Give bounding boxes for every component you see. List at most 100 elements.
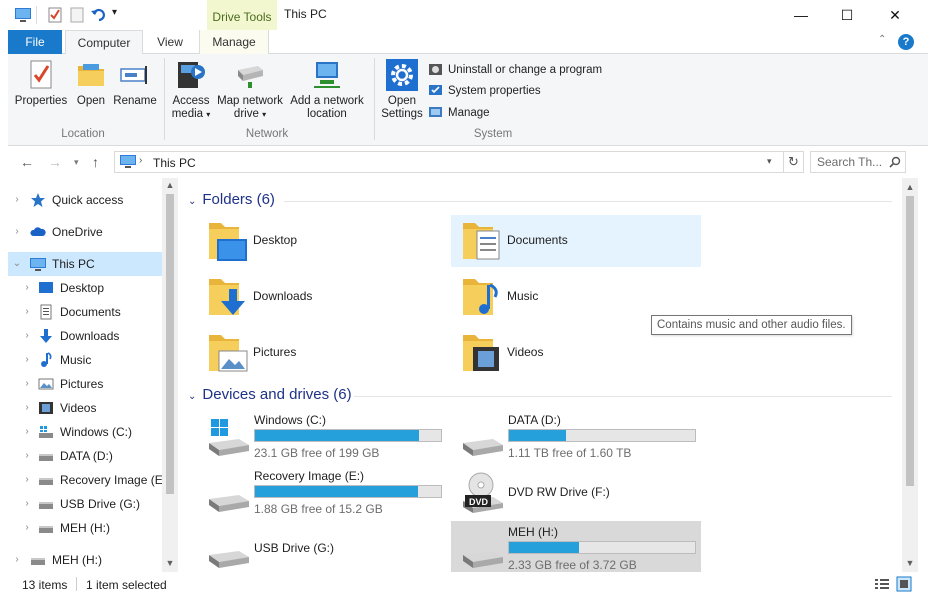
scroll-up-icon[interactable]: ▲: [162, 180, 178, 190]
up-arrow-icon[interactable]: ↑: [92, 154, 99, 170]
computer-icon[interactable]: [14, 6, 32, 24]
content-scrollbar[interactable]: ▲ ▼: [902, 178, 918, 572]
expand-chevron-icon[interactable]: ›: [22, 324, 32, 348]
navigation-row: ← → ▾ ↑ › This PC ▾ ↻ Search Th...: [8, 146, 928, 178]
nav-item-documents[interactable]: › Documents: [8, 300, 162, 324]
details-view-icon[interactable]: [874, 577, 890, 591]
nav-item-onedrive[interactable]: › OneDrive: [8, 220, 162, 244]
expand-chevron-icon[interactable]: ›: [12, 220, 22, 244]
folder-tooltip: Contains music and other audio files.: [651, 315, 852, 335]
undo-icon[interactable]: [90, 6, 108, 24]
large-icons-view-icon[interactable]: [896, 576, 912, 592]
drive-tile-windows-c[interactable]: Windows (C:) 23.1 GB free of 199 GB: [197, 409, 447, 461]
minimize-button[interactable]: —: [778, 0, 824, 30]
cloud-icon: [30, 227, 46, 236]
content-scroll-thumb[interactable]: [906, 196, 914, 486]
drive-tile-meh-h[interactable]: MEH (H:) 2.33 GB free of 3.72 GB: [451, 521, 701, 573]
recent-locations-icon[interactable]: ▾: [74, 157, 79, 168]
nav-item-desktop[interactable]: › Desktop: [8, 276, 162, 300]
nav-item-music[interactable]: › Music: [8, 348, 162, 372]
nav-item-data-d[interactable]: › DATA (D:): [8, 444, 162, 468]
drive-tile-recovery-e[interactable]: Recovery Image (E:) 1.88 GB free of 15.2…: [197, 465, 447, 517]
address-dropdown-icon[interactable]: ▾: [767, 156, 772, 167]
folder-label: Videos: [507, 345, 544, 359]
expand-chevron-icon[interactable]: ›: [12, 548, 22, 572]
rename-button[interactable]: Rename: [112, 58, 158, 108]
nav-item-meh-h-root[interactable]: › MEH (H:): [8, 548, 162, 572]
back-arrow-icon[interactable]: ←: [20, 154, 34, 170]
address-bar[interactable]: › This PC ▾ ↻: [114, 151, 804, 173]
expand-chevron-icon[interactable]: ›: [22, 396, 32, 420]
tab-computer[interactable]: Computer: [65, 30, 143, 55]
group-divider: [354, 396, 892, 397]
tab-manage[interactable]: Manage: [199, 30, 269, 54]
drive-tile-dvd-f[interactable]: DVD DVD RW Drive (F:): [451, 465, 701, 517]
help-icon[interactable]: ?: [898, 34, 914, 50]
expand-chevron-icon[interactable]: ›: [22, 372, 32, 396]
uninstall-program-button[interactable]: Uninstall or change a program: [428, 61, 602, 79]
collapse-chevron-icon[interactable]: ⌄: [12, 252, 22, 276]
expand-chevron-icon[interactable]: ›: [22, 276, 32, 300]
tab-view[interactable]: View: [144, 30, 196, 54]
folders-group-header[interactable]: ⌄ Folders (6): [188, 191, 275, 208]
close-button[interactable]: ✕: [872, 0, 918, 30]
tab-file[interactable]: File: [8, 30, 62, 54]
nav-scroll-thumb[interactable]: [166, 194, 174, 494]
expand-chevron-icon[interactable]: ›: [12, 188, 22, 212]
dvd-drive-icon: [463, 472, 503, 513]
scroll-down-icon[interactable]: ▼: [162, 558, 178, 568]
refresh-icon[interactable]: ↻: [788, 154, 799, 170]
breadcrumb-chevron-icon[interactable]: ›: [139, 155, 142, 166]
system-properties-icon: [429, 85, 442, 95]
forward-arrow-icon[interactable]: →: [48, 154, 62, 170]
drive-tile-data-d[interactable]: DATA (D:) 1.11 TB free of 1.60 TB: [451, 409, 701, 461]
nav-item-recovery-e[interactable]: › Recovery Image (E:): [8, 468, 162, 492]
nav-item-this-pc[interactable]: ⌄ This PC: [8, 252, 162, 276]
new-folder-qat-icon[interactable]: [68, 6, 86, 24]
map-network-drive-button[interactable]: Map network drive ▾: [214, 58, 286, 121]
system-properties-button[interactable]: System properties: [428, 82, 541, 100]
scroll-up-icon[interactable]: ▲: [902, 182, 918, 192]
expand-chevron-icon[interactable]: ›: [22, 492, 32, 516]
access-media-button[interactable]: Access media ▾: [168, 58, 214, 121]
add-network-location-button[interactable]: Add a network location: [288, 58, 366, 121]
folder-tile-downloads[interactable]: Downloads: [197, 271, 447, 323]
maximize-button[interactable]: ☐: [824, 0, 870, 30]
properties-qat-icon[interactable]: [46, 6, 64, 24]
nav-item-meh-h[interactable]: › MEH (H:): [8, 516, 162, 540]
expand-chevron-icon[interactable]: ›: [22, 300, 32, 324]
star-icon: [31, 193, 45, 207]
collapse-ribbon-icon[interactable]: ⌃: [878, 34, 886, 45]
collapse-group-icon[interactable]: ⌄: [188, 391, 196, 402]
expand-chevron-icon[interactable]: ›: [22, 420, 32, 444]
nav-pane-scrollbar[interactable]: ▲ ▼: [162, 178, 178, 572]
nav-item-pictures[interactable]: › Pictures: [8, 372, 162, 396]
folder-tile-desktop[interactable]: Desktop: [197, 215, 447, 267]
expand-chevron-icon[interactable]: ›: [22, 468, 32, 492]
media-icon: [178, 62, 205, 88]
properties-icon: [30, 60, 52, 89]
drive-icon: [39, 502, 53, 509]
nav-item-usb-g[interactable]: › USB Drive (G:): [8, 492, 162, 516]
nav-item-videos[interactable]: › Videos: [8, 396, 162, 420]
system-group-label: System: [473, 128, 513, 140]
drives-group-header[interactable]: ⌄ Devices and drives (6): [188, 386, 352, 403]
expand-chevron-icon[interactable]: ›: [22, 444, 32, 468]
open-settings-button[interactable]: Open Settings: [378, 58, 426, 121]
search-input[interactable]: Search Th...: [810, 151, 906, 173]
collapse-group-icon[interactable]: ⌄: [188, 196, 196, 207]
expand-chevron-icon[interactable]: ›: [22, 348, 32, 372]
open-button[interactable]: Open: [70, 58, 112, 108]
scroll-down-icon[interactable]: ▼: [902, 558, 918, 568]
qat-dropdown-icon[interactable]: ▾: [112, 7, 117, 18]
drive-tile-usb-g[interactable]: USB Drive (G:): [197, 521, 447, 573]
properties-button[interactable]: Properties: [14, 58, 68, 108]
videos-folder-icon: [463, 335, 499, 371]
folder-tile-pictures[interactable]: Pictures: [197, 327, 447, 379]
expand-chevron-icon[interactable]: ›: [22, 516, 32, 540]
manage-button[interactable]: Manage: [428, 104, 490, 122]
nav-item-quick-access[interactable]: › Quick access: [8, 188, 162, 212]
folder-tile-documents[interactable]: Documents: [451, 215, 701, 267]
nav-item-downloads[interactable]: › Downloads: [8, 324, 162, 348]
nav-item-windows-c[interactable]: › Windows (C:): [8, 420, 162, 444]
